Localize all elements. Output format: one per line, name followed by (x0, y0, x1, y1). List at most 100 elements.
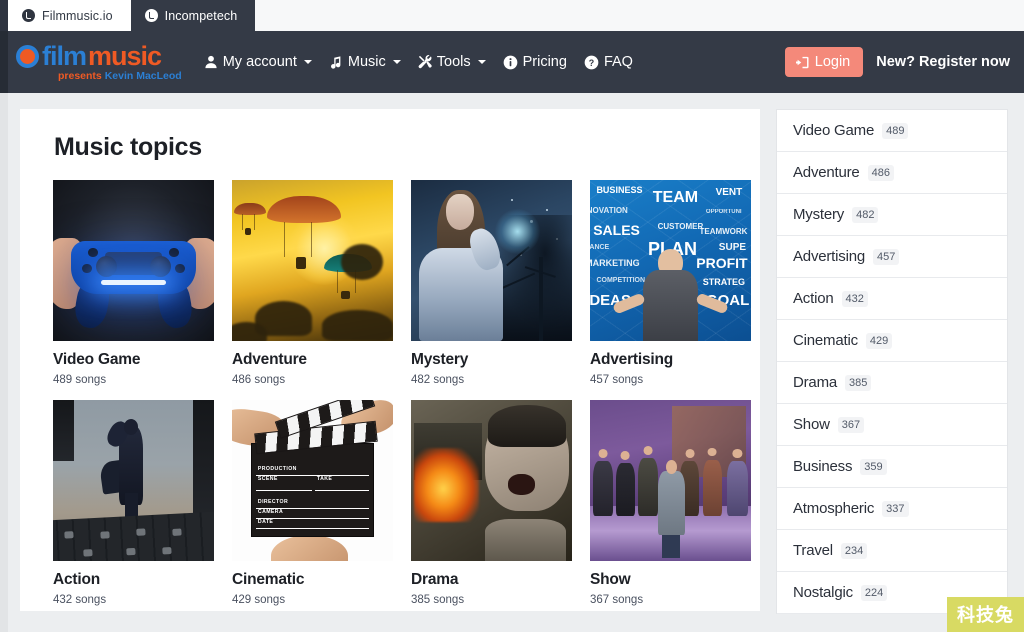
nav-item-music[interactable]: Music (329, 54, 401, 70)
tools-icon (418, 55, 432, 69)
logo-film-text: film (42, 43, 86, 70)
clapperboard-field-camera: CAMERA (256, 509, 369, 519)
browser-tab-incompetech[interactable]: Incompetech (131, 0, 256, 31)
word-cloud-term: SALES (593, 223, 640, 237)
topic-card-adventure[interactable]: Adventure 486 songs (232, 180, 393, 386)
topic-thumbnail-mystery-woman[interactable] (411, 180, 572, 341)
nav-item-label: Pricing (523, 54, 567, 70)
user-icon (204, 55, 218, 69)
topic-thumbnail-clapperboard[interactable]: PRODUCTIONSCENETAKEDIRECTORCAMERADATE (232, 400, 393, 561)
word-cloud-term: COMPETITION (596, 277, 645, 284)
word-cloud-term: OPPORTUNI (706, 209, 742, 215)
topic-thumbnail-skydiver[interactable] (53, 400, 214, 561)
topic-name: Action (53, 571, 214, 589)
word-cloud-term: MANCE (590, 244, 609, 251)
topic-name: Cinematic (232, 571, 393, 589)
sidebar-item-atmospheric[interactable]: Atmospheric 337 (777, 488, 1007, 530)
topic-thumbnail-word-cloud[interactable]: BUSINESS NOVATION SALES MANCE MARKETING COMPE… (590, 180, 751, 341)
register-link[interactable]: New? Register now (876, 54, 1010, 70)
nav-item-faq[interactable]: ? FAQ (584, 54, 633, 70)
nav-item-label: My account (223, 54, 297, 70)
sidebar-item-business[interactable]: Business359 (777, 446, 1007, 488)
topic-thumbnail-game-controller[interactable] (53, 180, 214, 341)
nav-menu: My account Music Tools (204, 54, 633, 70)
watermark-label: 科技兔 (947, 597, 1024, 632)
topic-card-advertising[interactable]: BUSINESS NOVATION SALES MANCE MARKETING COMPE… (590, 180, 751, 386)
sidebar-item-count-badge: 429 (866, 333, 892, 349)
sidebar-item-adventure[interactable]: Adventure486 (777, 152, 1007, 194)
sidebar-item-count-badge: 367 (838, 417, 864, 433)
topic-song-count: 367 songs (590, 594, 751, 606)
nav-item-label: Music (348, 54, 386, 70)
topic-song-count: 429 songs (232, 594, 393, 606)
sidebar-item-mystery[interactable]: Mystery482 (777, 194, 1007, 236)
topic-thumbnail-paragliders[interactable] (232, 180, 393, 341)
topic-name: Video Game (53, 351, 214, 369)
topic-card-drama[interactable]: Drama 385 songs (411, 400, 572, 606)
globe-icon (145, 9, 158, 22)
nav-item-my-account[interactable]: My account (204, 54, 312, 70)
main-navbar: film music presents Kevin MacLeod My acc… (0, 31, 1024, 93)
topic-thumbnail-stage-show[interactable] (590, 400, 751, 561)
word-cloud-term: VENT (716, 188, 743, 198)
sidebar-item-advertising[interactable]: Advertising 457 (777, 236, 1007, 278)
logo-music-text: music (88, 43, 161, 70)
site-logo[interactable]: film music presents Kevin MacLeod (16, 43, 182, 82)
topic-song-count: 486 songs (232, 374, 393, 386)
music-topics-panel: Music topics (20, 109, 760, 611)
topic-card-cinematic[interactable]: PRODUCTIONSCENETAKEDIRECTORCAMERADATE Ci… (232, 400, 393, 606)
sidebar-item-count-badge: 482 (852, 207, 878, 223)
sidebar-item-count-badge: 234 (841, 543, 867, 559)
topic-card-mystery[interactable]: Mystery 482 songs (411, 180, 572, 386)
topic-song-count: 385 songs (411, 594, 572, 606)
topic-name: Show (590, 571, 751, 589)
word-cloud-term: NOVATION (590, 207, 628, 215)
browser-tab-title: Incompetech (165, 9, 238, 23)
topic-song-count: 489 songs (53, 374, 214, 386)
word-cloud-term: BUSINESS (596, 186, 642, 195)
sidebar-item-label: Travel (793, 542, 833, 559)
browser-tab-strip: Filmmusic.io Incompetech (0, 0, 1024, 31)
svg-text:?: ? (589, 57, 594, 67)
clapperboard-field-director: DIRECTOR (256, 499, 369, 509)
topic-card-action[interactable]: Action 432 songs (53, 400, 214, 606)
nav-item-pricing[interactable]: Pricing (503, 54, 567, 70)
clapperboard-field-production: PRODUCTION (256, 466, 369, 476)
sidebar-item-count-badge: 337 (882, 501, 908, 517)
topic-song-count: 457 songs (590, 374, 751, 386)
sidebar-item-video-game[interactable]: Video Game489 (777, 110, 1007, 152)
chevron-down-icon (304, 60, 312, 64)
logo-circle-icon (16, 45, 39, 68)
topic-song-count: 482 songs (411, 374, 572, 386)
topic-card-video-game[interactable]: Video Game 489 songs (53, 180, 214, 386)
sidebar-item-label: Nostalgic (793, 584, 853, 601)
word-cloud-term: SUPE (719, 243, 746, 253)
sidebar-item-count-badge: 224 (861, 585, 887, 601)
login-button[interactable]: Login (785, 47, 863, 77)
word-cloud-term: PLAN (648, 240, 697, 258)
sidebar-item-action[interactable]: Action 432 (777, 278, 1007, 320)
sidebar-item-label: Action (793, 290, 834, 307)
sidebar-item-show[interactable]: Show 367 (777, 404, 1007, 446)
sidebar-item-cinematic[interactable]: Cinematic429 (777, 320, 1007, 362)
nav-item-tools[interactable]: Tools (418, 54, 486, 70)
sidebar-item-count-badge: 432 (842, 291, 868, 307)
logo-tagline: presents Kevin MacLeod (58, 71, 182, 82)
word-cloud-term: MARKETING (590, 259, 640, 268)
browser-tab-filmmusic[interactable]: Filmmusic.io (8, 0, 131, 31)
sidebar-item-label: Atmospheric (793, 500, 874, 517)
word-cloud-term: STRATEG (703, 278, 745, 287)
chevron-down-icon (478, 60, 486, 64)
word-cloud-layer: BUSINESS NOVATION SALES MANCE MARKETING COMPE… (590, 180, 751, 341)
sidebar-item-label: Show (793, 416, 830, 433)
sidebar-item-travel[interactable]: Travel 234 (777, 530, 1007, 572)
topic-card-show[interactable]: Show 367 songs (590, 400, 751, 606)
sidebar-item-label: Advertising (793, 248, 865, 265)
sidebar-item-drama[interactable]: Drama385 (777, 362, 1007, 404)
site-header: film music presents Kevin MacLeod My acc… (0, 31, 1024, 93)
nav-item-label: Tools (437, 54, 471, 70)
sidebar-item-count-badge: 457 (873, 249, 899, 265)
logo-tagline-author: Kevin MacLeod (105, 70, 182, 82)
topic-thumbnail-crying-boy[interactable] (411, 400, 572, 561)
logo-wordmark: film music (16, 43, 161, 70)
